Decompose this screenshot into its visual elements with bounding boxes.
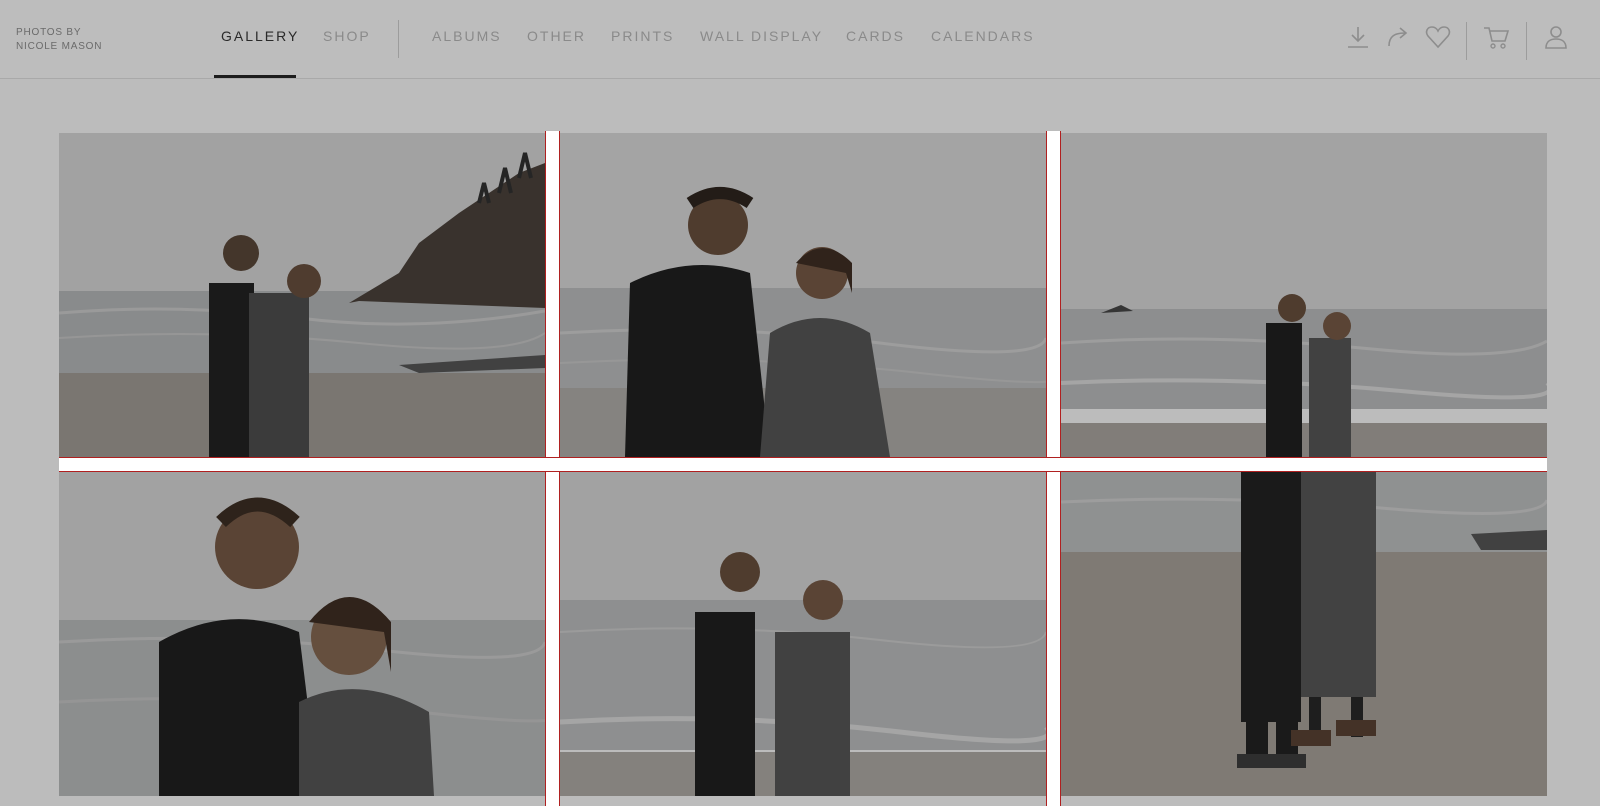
gallery-photo-couple-cliff-beach[interactable] [59,133,545,457]
grid-gutter-highlight-horizontal [59,457,1547,472]
gallery-photo-couple-holding-hands-sand[interactable] [1061,472,1547,796]
gallery-photo-couple-standing-smiling[interactable] [560,472,1046,796]
gallery-photo-couple-closeup-gaze[interactable] [560,133,1046,457]
gallery-photo-couple-embrace-laughing[interactable] [59,472,545,796]
photo-gallery-grid [0,0,1600,806]
gallery-photo-couple-shoreline[interactable] [1061,133,1547,457]
